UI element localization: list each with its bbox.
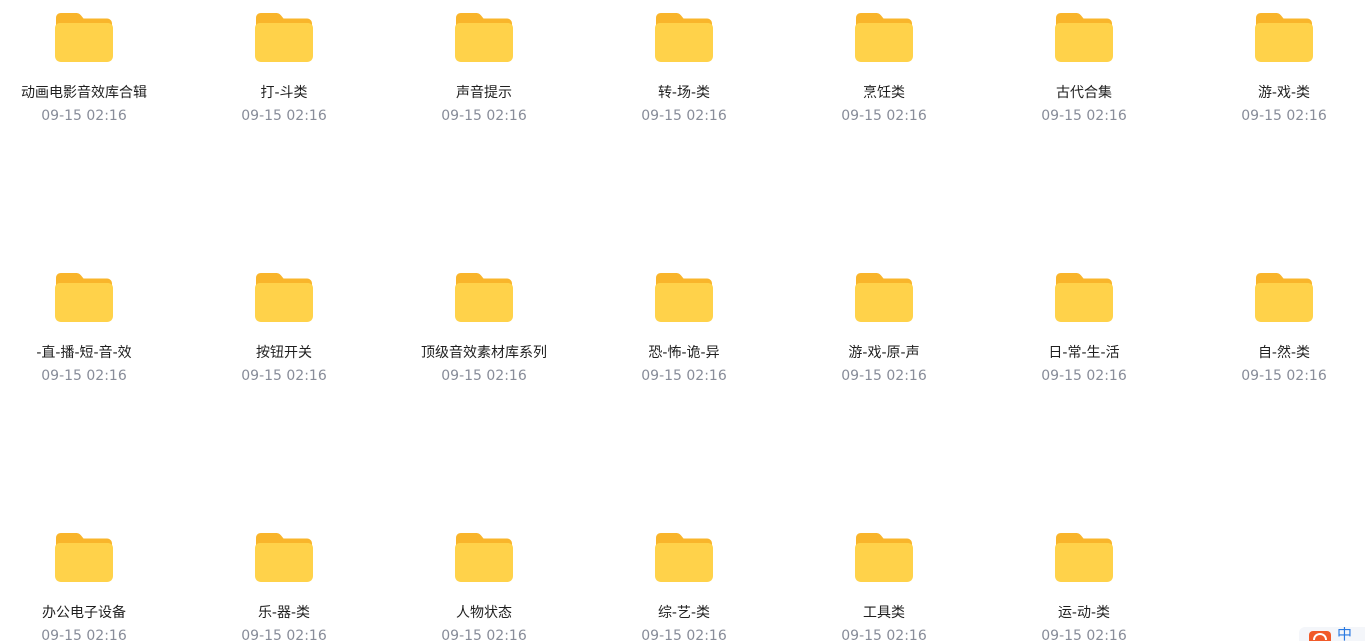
- folder-icon: [455, 13, 513, 62]
- folder-icon: [55, 13, 113, 62]
- input-method-mode-label: 中: [1337, 627, 1353, 641]
- folder-modified-time: 09-15 02:16: [1041, 628, 1127, 641]
- input-method-logo-icon: [1309, 631, 1331, 641]
- folder-modified-time: 09-15 02:16: [241, 368, 327, 384]
- folder-modified-time: 09-15 02:16: [441, 108, 527, 124]
- folder-item[interactable]: 人物状态 09-15 02:16: [414, 530, 554, 641]
- folder-name: -直-播-短-音-效: [36, 345, 132, 361]
- folder-icon: [455, 273, 513, 322]
- folder-item[interactable]: 游-戏-类 09-15 02:16: [1214, 10, 1354, 125]
- folder-icon: [455, 533, 513, 582]
- folder-item[interactable]: -直-播-短-音-效 09-15 02:16: [14, 270, 154, 385]
- folder-modified-time: 09-15 02:16: [241, 628, 327, 641]
- input-method-widget[interactable]: 中: [1299, 627, 1365, 641]
- folder-name: 声音提示: [456, 85, 512, 101]
- folder-item[interactable]: 游-戏-原-声 09-15 02:16: [814, 270, 954, 385]
- folder-name: 恐-怖-诡-异: [648, 345, 720, 361]
- folder-name: 人物状态: [456, 605, 512, 621]
- folder-modified-time: 09-15 02:16: [441, 628, 527, 641]
- folder-item[interactable]: 日-常-生-活 09-15 02:16: [1014, 270, 1154, 385]
- folder-icon: [55, 273, 113, 322]
- folder-modified-time: 09-15 02:16: [441, 368, 527, 384]
- folder-item[interactable]: 烹饪类 09-15 02:16: [814, 10, 954, 125]
- folder-icon: [1055, 533, 1113, 582]
- folder-name: 日-常-生-活: [1048, 345, 1120, 361]
- folder-grid: 动画电影音效库合辑 09-15 02:16 打-斗类 09-15 02:16 声…: [0, 0, 1365, 641]
- folder-name: 按钮开关: [256, 345, 312, 361]
- folder-item[interactable]: 乐-器-类 09-15 02:16: [214, 530, 354, 641]
- folder-modified-time: 09-15 02:16: [641, 628, 727, 641]
- folder-item[interactable]: 工具类 09-15 02:16: [814, 530, 954, 641]
- folder-modified-time: 09-15 02:16: [1241, 368, 1327, 384]
- folder-icon: [655, 273, 713, 322]
- folder-modified-time: 09-15 02:16: [41, 368, 127, 384]
- folder-icon: [855, 533, 913, 582]
- folder-icon: [1255, 13, 1313, 62]
- folder-modified-time: 09-15 02:16: [641, 108, 727, 124]
- folder-item[interactable]: 综-艺-类 09-15 02:16: [614, 530, 754, 641]
- folder-icon: [255, 13, 313, 62]
- folder-name: 乐-器-类: [257, 605, 311, 621]
- folder-item[interactable]: 声音提示 09-15 02:16: [414, 10, 554, 125]
- folder-modified-time: 09-15 02:16: [841, 628, 927, 641]
- folder-modified-time: 09-15 02:16: [841, 368, 927, 384]
- folder-name: 动画电影音效库合辑: [21, 85, 147, 101]
- folder-modified-time: 09-15 02:16: [41, 628, 127, 641]
- folder-icon: [1055, 273, 1113, 322]
- folder-item[interactable]: 转-场-类 09-15 02:16: [614, 10, 754, 125]
- folder-item[interactable]: 按钮开关 09-15 02:16: [214, 270, 354, 385]
- folder-icon: [855, 273, 913, 322]
- folder-modified-time: 09-15 02:16: [1241, 108, 1327, 124]
- folder-item[interactable]: 古代合集 09-15 02:16: [1014, 10, 1154, 125]
- folder-item[interactable]: 自-然-类 09-15 02:16: [1214, 270, 1354, 385]
- folder-name: 自-然-类: [1257, 345, 1311, 361]
- folder-item[interactable]: 办公电子设备 09-15 02:16: [14, 530, 154, 641]
- folder-modified-time: 09-15 02:16: [1041, 368, 1127, 384]
- folder-modified-time: 09-15 02:16: [241, 108, 327, 124]
- folder-item[interactable]: 打-斗类 09-15 02:16: [214, 10, 354, 125]
- folder-name: 综-艺-类: [657, 605, 711, 621]
- folder-icon: [55, 533, 113, 582]
- folder-name: 古代合集: [1056, 85, 1112, 101]
- folder-name: 工具类: [863, 605, 905, 621]
- folder-name: 游-戏-类: [1257, 85, 1311, 101]
- folder-icon: [855, 13, 913, 62]
- folder-name: 运-动-类: [1057, 605, 1111, 621]
- folder-item[interactable]: 运-动-类 09-15 02:16: [1014, 530, 1154, 641]
- folder-name: 办公电子设备: [42, 605, 126, 621]
- folder-icon: [1055, 13, 1113, 62]
- folder-modified-time: 09-15 02:16: [41, 108, 127, 124]
- folder-icon: [1255, 273, 1313, 322]
- folder-modified-time: 09-15 02:16: [1041, 108, 1127, 124]
- folder-icon: [655, 13, 713, 62]
- folder-modified-time: 09-15 02:16: [841, 108, 927, 124]
- folder-name: 烹饪类: [863, 85, 905, 101]
- folder-name: 转-场-类: [657, 85, 711, 101]
- folder-item[interactable]: 恐-怖-诡-异 09-15 02:16: [614, 270, 754, 385]
- folder-icon: [255, 273, 313, 322]
- folder-icon: [255, 533, 313, 582]
- folder-name: 顶级音效素材库系列: [421, 345, 547, 361]
- folder-icon: [655, 533, 713, 582]
- folder-item[interactable]: 动画电影音效库合辑 09-15 02:16: [14, 10, 154, 125]
- folder-item[interactable]: 顶级音效素材库系列 09-15 02:16: [414, 270, 554, 385]
- folder-modified-time: 09-15 02:16: [641, 368, 727, 384]
- folder-name: 游-戏-原-声: [848, 345, 920, 361]
- folder-name: 打-斗类: [260, 85, 308, 101]
